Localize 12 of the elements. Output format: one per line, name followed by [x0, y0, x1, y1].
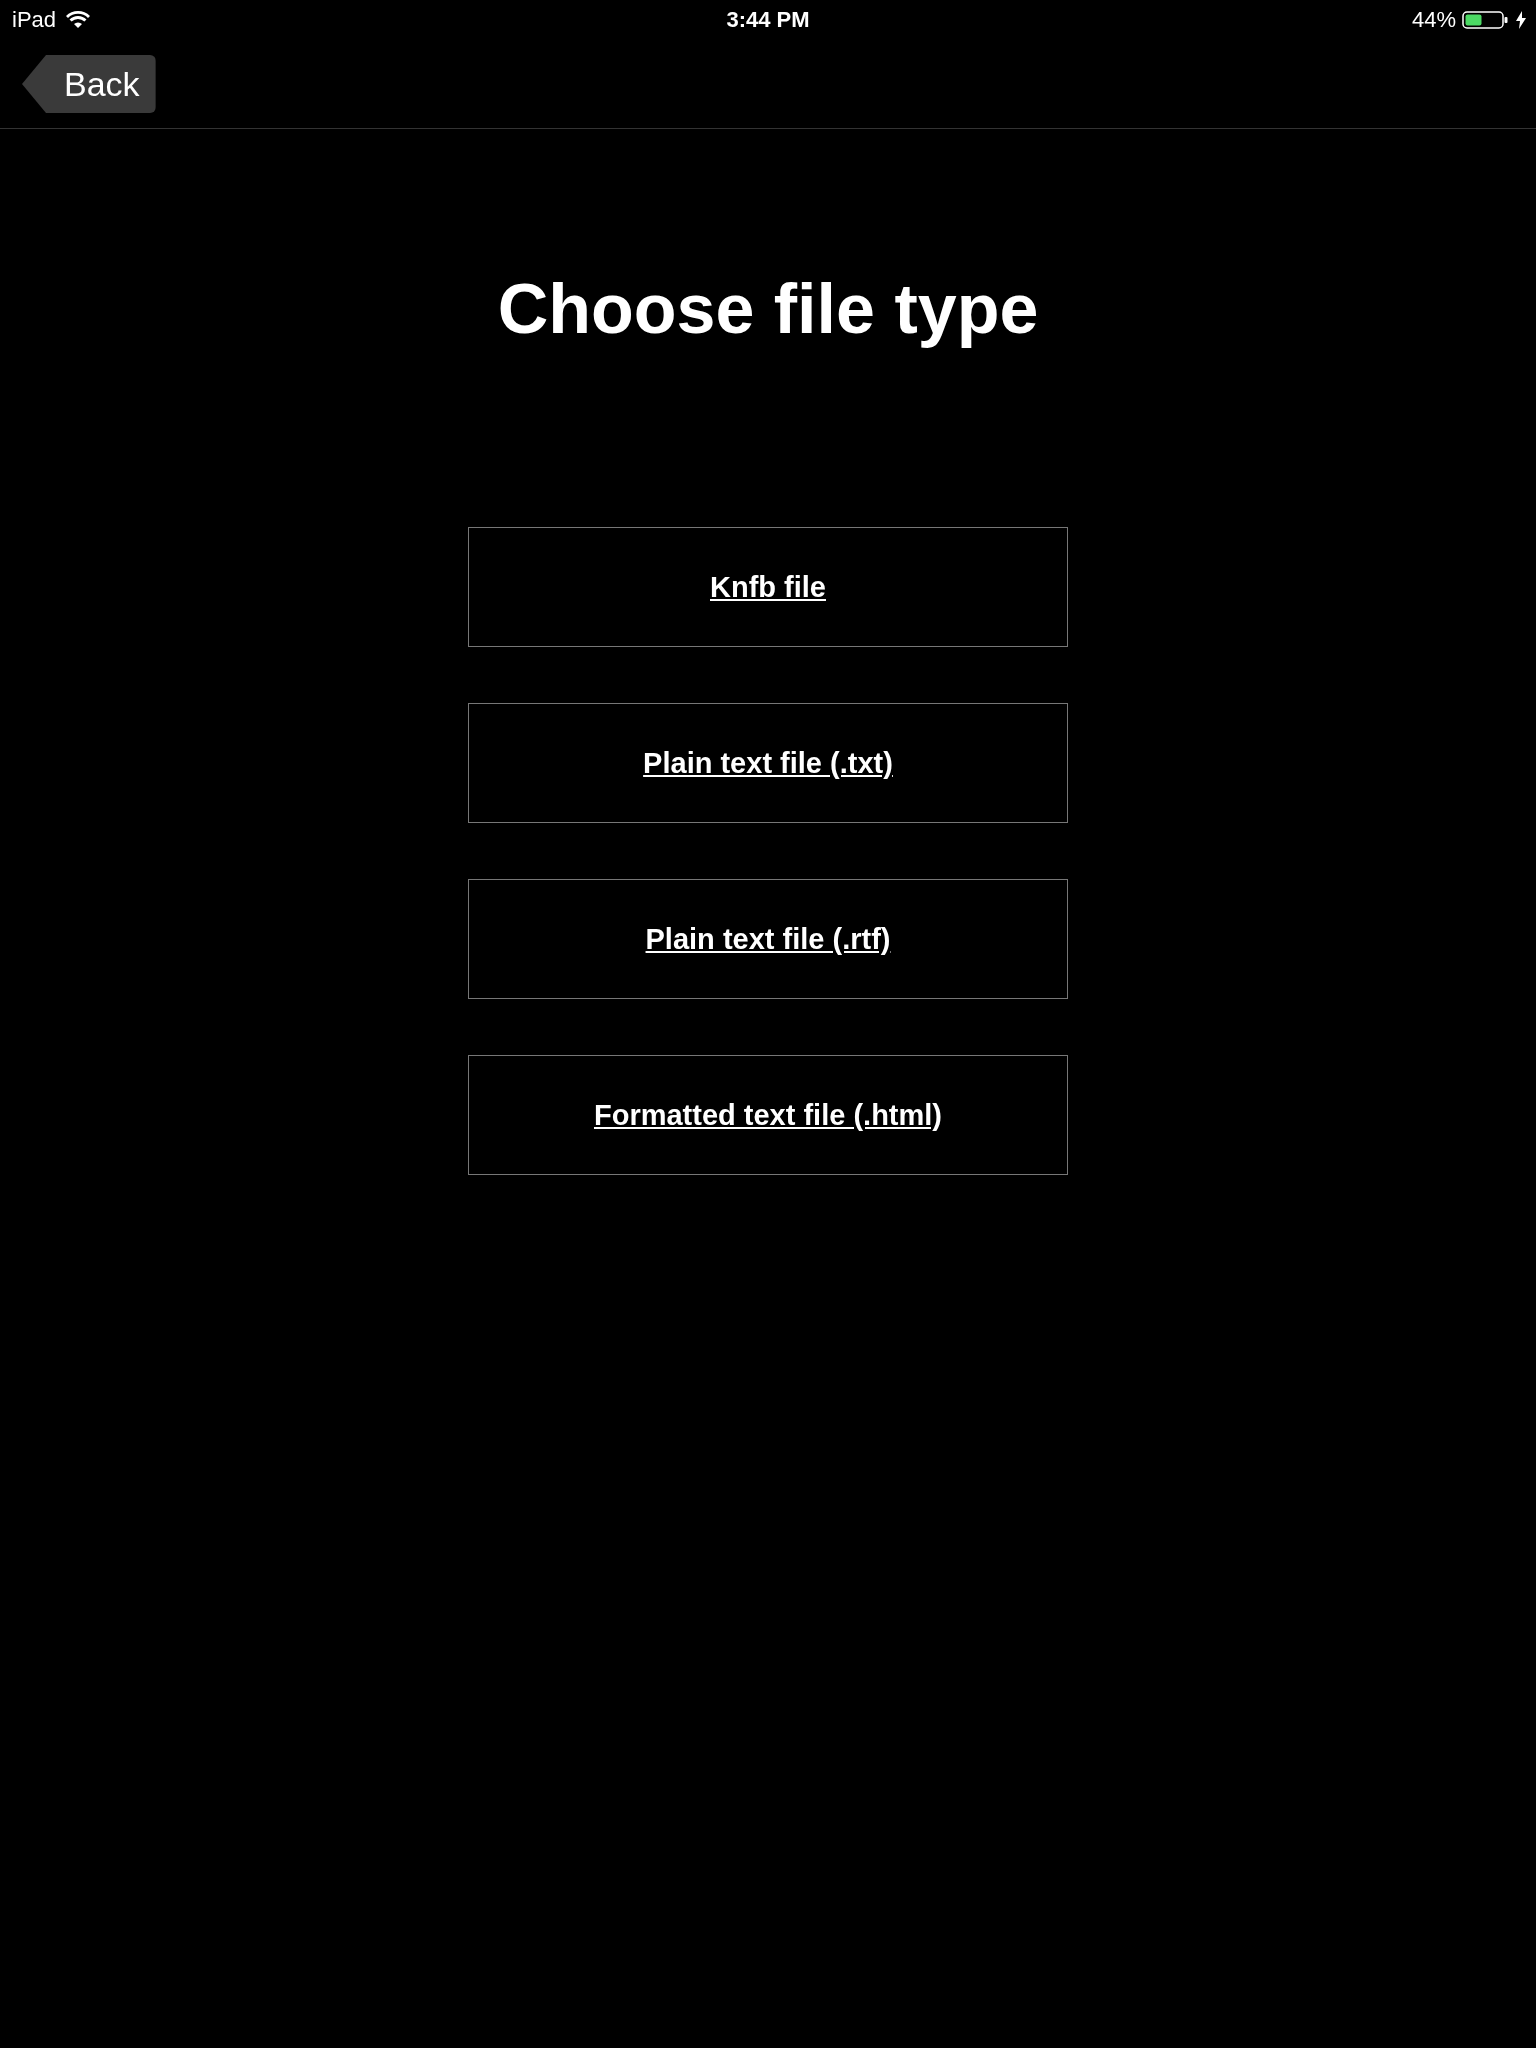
file-type-option[interactable]: Formatted text file (.html) [468, 1055, 1068, 1175]
file-type-option[interactable]: Plain text file (.txt) [468, 703, 1068, 823]
charging-icon [1516, 11, 1526, 29]
clock-time: 3:44 PM [726, 7, 810, 33]
file-type-option[interactable]: Plain text file (.rtf) [468, 879, 1068, 999]
file-type-option[interactable]: Knfb file [468, 527, 1068, 647]
device-name: iPad [12, 7, 57, 33]
battery-icon [1462, 10, 1510, 30]
back-button[interactable]: Back [22, 55, 156, 113]
page-title: Choose file type [496, 269, 1040, 349]
wifi-icon [66, 11, 91, 29]
battery-percent: 44% [1411, 7, 1456, 33]
